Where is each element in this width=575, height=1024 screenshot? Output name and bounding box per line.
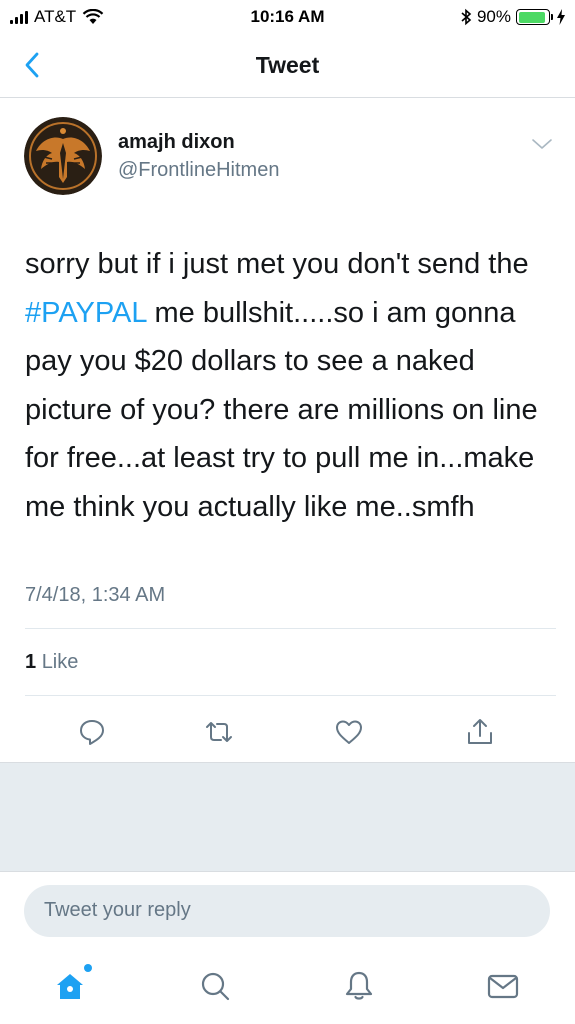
hashtag-link[interactable]: #PAYPAL xyxy=(25,297,146,329)
home-icon xyxy=(57,974,83,999)
tweet-text: sorry but if i just met you don't send t… xyxy=(25,240,560,531)
battery-icon xyxy=(516,9,553,25)
tab-messages[interactable] xyxy=(481,964,525,1008)
battery-percent: 90% xyxy=(476,7,511,26)
tab-home[interactable] xyxy=(48,964,92,1008)
author-name[interactable]: amajh dixon xyxy=(118,131,235,154)
status-right: 90% xyxy=(460,7,565,27)
like-label: Like xyxy=(41,651,79,673)
divider xyxy=(25,628,556,629)
reply-placeholder: Tweet your reply xyxy=(44,899,191,921)
replies-area xyxy=(0,762,575,872)
tweet-actions xyxy=(0,710,575,754)
search-icon xyxy=(201,972,230,1001)
tab-search[interactable] xyxy=(193,964,237,1008)
reply-input[interactable]: Tweet your reply xyxy=(24,885,550,937)
tab-notifications[interactable] xyxy=(337,964,381,1008)
divider xyxy=(25,695,556,696)
navigation-bar: Tweet xyxy=(0,36,575,98)
author-handle[interactable]: @FrontlineHitmen xyxy=(118,159,279,182)
retweet-icon xyxy=(206,722,232,742)
like-button[interactable] xyxy=(327,710,371,754)
like-count: 1 xyxy=(25,651,37,673)
likes-count-link[interactable]: 1 Like xyxy=(25,651,78,674)
share-icon xyxy=(468,719,492,744)
chevron-down-icon xyxy=(532,139,552,149)
tweet-text-part: sorry but if i just met you don't send t… xyxy=(25,248,529,280)
bell-icon xyxy=(345,971,373,1000)
retweet-button[interactable] xyxy=(197,710,241,754)
avatar[interactable] xyxy=(24,117,102,195)
page-title: Tweet xyxy=(255,52,320,78)
home-notification-dot xyxy=(84,964,92,972)
envelope-icon xyxy=(487,974,519,999)
eagle-emblem-avatar-image xyxy=(24,117,102,195)
share-button[interactable] xyxy=(458,710,502,754)
tweet-options-button[interactable] xyxy=(530,134,554,154)
charging-bolt-icon xyxy=(557,9,565,25)
speech-bubble-icon xyxy=(80,720,104,745)
bottom-tab-bar xyxy=(0,952,575,1024)
tweet-timestamp: 7/4/18, 1:34 AM xyxy=(25,584,166,606)
battery-level xyxy=(518,11,545,23)
reply-button[interactable] xyxy=(70,710,114,754)
heart-icon xyxy=(336,720,362,744)
status-bar: AT&T 10:16 AM 90% xyxy=(0,0,575,36)
tweet-text-part: me bullshit.....so i am gonna pay you $2… xyxy=(25,296,538,523)
bluetooth-icon xyxy=(461,8,472,26)
